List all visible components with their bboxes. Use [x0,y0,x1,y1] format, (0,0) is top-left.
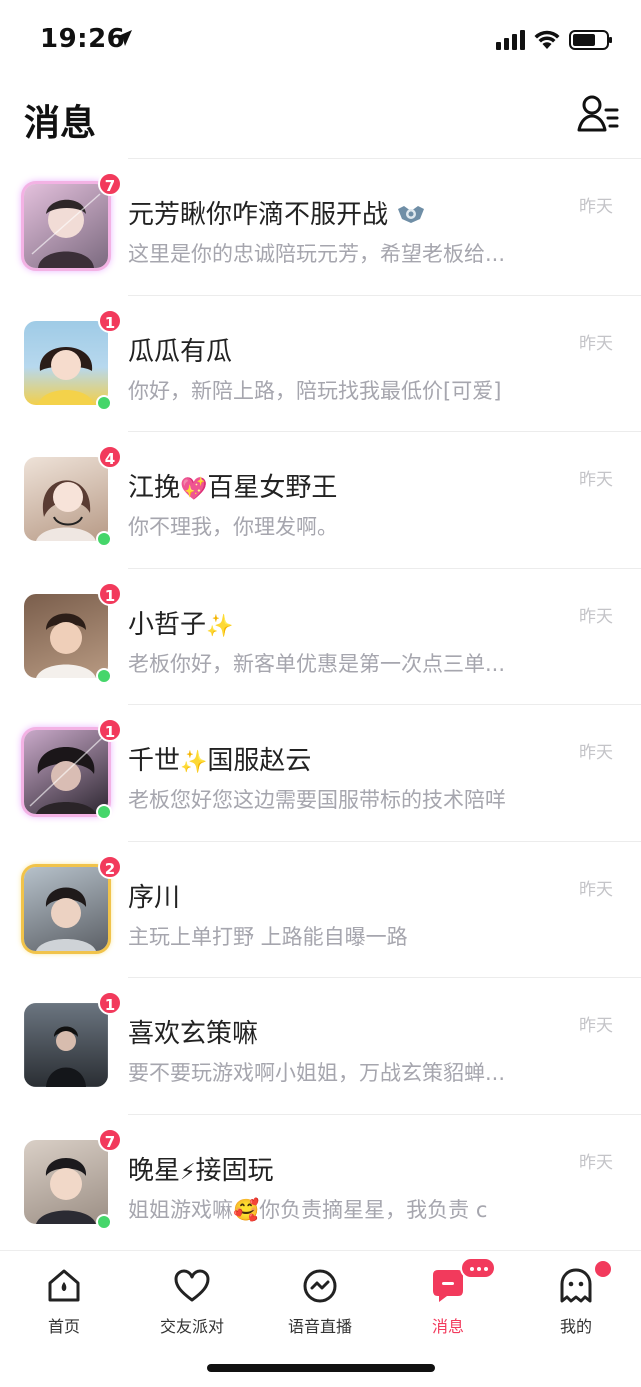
battery-icon [569,30,612,50]
online-status-dot [96,531,112,547]
tab-me[interactable]: 我的 [521,1267,631,1337]
avatar-image [24,184,108,268]
conversation-row[interactable]: 1 瓜瓜有瓜 你好，新陪上路，陪玩找我最低价[可爱] 昨天 [0,294,641,432]
conversation-list: 7 元芳瞅你咋滴不服开战 这里是你的忠诚陪玩元芳，希望老板给... 昨天 1 瓜… [0,158,641,1250]
message-preview: 你好，新陪上路，陪玩找我最低价[可爱] [128,378,502,403]
avatar[interactable]: 4 [24,445,122,547]
online-status-dot [96,1213,112,1230]
heart-icon [174,1269,210,1302]
message-preview: 姐姐游戏嘛🥰你负责摘星星，我负责 c [128,1197,488,1222]
unread-badge: 4 [98,445,122,469]
online-status-dot [96,667,112,684]
conversation-row[interactable]: 1 小哲子✨ 老板你好，新客单优惠是第一次点三单... 昨天 [0,567,641,705]
message-preview: 老板你好，新客单优惠是第一次点三单... [128,651,506,676]
contact-name: 江挽💖百星女野王 [128,473,338,503]
avatar[interactable]: 7 [24,172,122,268]
message-preview: 这里是你的忠诚陪玩元芳，希望老板给... [128,242,506,266]
smiling-hearts-emoji-icon: 🥰 [233,1197,260,1222]
status-time: 19:26 [40,24,126,54]
tab-label: 我的 [559,1317,592,1336]
home-indicator[interactable] [207,1364,435,1372]
message-time: 昨天 [579,606,613,627]
page-title: 消息 [24,103,97,144]
unread-badge: 2 [98,854,122,879]
message-preview: 你不理我，你理发啊。 [128,515,338,539]
message-time: 昨天 [579,333,613,354]
online-status-dot [96,804,112,820]
live-icon [303,1269,337,1303]
avatar[interactable]: 1 [24,991,122,1087]
cellular-signal-icon [496,30,525,50]
sparkles-emoji-icon: ✨ [180,750,208,775]
messages-tab-badge [460,1257,496,1279]
message-preview: 主玩上单打野 上路能自曝一路 [128,924,408,949]
conversation-row[interactable]: 1 喜欢玄策嘛 要不要玩游戏啊小姐姐，万战玄策貂蝉... 昨天 [0,977,641,1114]
lightning-emoji-icon: ⚡ [180,1159,196,1185]
avatar-image [24,457,108,541]
contact-name: 小哲子✨ [128,609,234,640]
unread-badge: 1 [98,308,122,333]
avatar-image [24,593,108,678]
unread-badge: 1 [98,991,122,1015]
avatar[interactable]: 1 [24,581,122,684]
contacts-list-icon[interactable] [576,92,620,136]
message-time: 昨天 [579,1152,613,1173]
avatar[interactable]: 1 [24,718,122,820]
unread-badge: 7 [98,1127,122,1152]
home-icon [48,1269,80,1302]
contact-name: 千世✨国服赵云 [128,746,312,776]
message-time: 昨天 [579,879,613,900]
unread-badge: 1 [98,581,122,606]
conversation-row[interactable]: 7 元芳瞅你咋滴不服开战 这里是你的忠诚陪玩元芳，希望老板给... 昨天 [0,158,641,295]
me-tab-notification-dot [595,1261,611,1277]
conversation-row[interactable]: 2 序川 主玩上单打野 上路能自曝一路 昨天 [0,840,641,978]
header: 消息 [0,80,641,158]
conversation-row[interactable]: 7 晚星⚡接固玩 姐姐游戏嘛🥰你负责摘星星，我负责 c 昨天 [0,1113,641,1251]
sparkles-emoji-icon: ✨ [206,613,234,639]
message-time: 昨天 [579,743,613,763]
avatar[interactable]: 2 [24,854,122,951]
message-time: 昨天 [579,197,613,217]
unread-badge: 7 [98,172,122,196]
message-time: 昨天 [579,1016,613,1036]
ghost-icon [560,1268,592,1303]
avatar-image [24,866,108,951]
contact-name: 瓜瓜有瓜 [128,336,233,367]
contact-name: 元芳瞅你咋滴不服开战 [128,194,426,231]
message-preview: 老板您好您这边需要国服带标的技术陪咩 [128,788,506,812]
online-status-dot [96,394,112,411]
unread-badge: 1 [98,718,122,742]
tab-label: 交友派对 [159,1317,224,1336]
contact-name: 序川 [128,882,181,913]
contact-name: 晚星⚡接固玩 [128,1155,274,1186]
message-preview: 要不要玩游戏啊小姐姐，万战玄策貂蝉... [128,1061,506,1085]
rank-emblem-icon [398,206,425,223]
conversation-row[interactable]: 1 千世✨国服赵云 老板您好您这边需要国服带标的技术陪咩 昨天 [0,704,641,841]
status-bar: 19:26 [0,0,641,80]
avatar[interactable]: 7 [24,1127,122,1230]
avatar-image [24,1003,108,1087]
conversation-row[interactable]: 4 江挽💖百星女野王 你不理我，你理发啊。 昨天 [0,431,641,568]
tab-party[interactable]: 交友派对 [137,1267,247,1337]
contact-name: 喜欢玄策嘛 [128,1019,259,1049]
sparkling-heart-emoji-icon: 💖 [180,477,208,502]
tab-label: 语音直播 [287,1317,352,1336]
tab-live[interactable]: 语音直播 [265,1267,375,1337]
avatar-image [24,730,108,814]
wifi-icon [534,30,560,49]
avatar[interactable]: 1 [24,308,122,411]
avatar-image [24,1139,108,1224]
avatar-image [24,320,108,405]
tab-label: 消息 [431,1317,464,1336]
tab-home[interactable]: 首页 [9,1267,119,1337]
tab-label: 首页 [47,1317,80,1336]
location-arrow-icon [116,30,132,46]
message-time: 昨天 [579,470,613,490]
